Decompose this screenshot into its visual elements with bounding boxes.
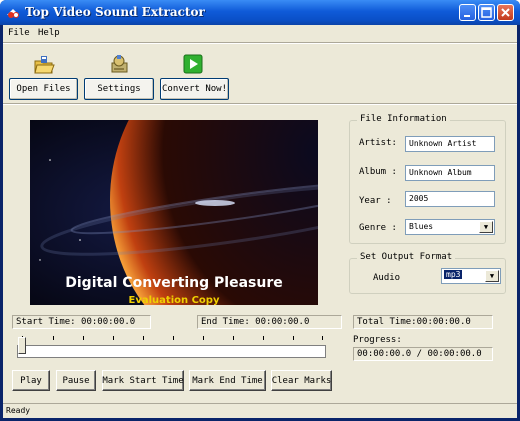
convert-now-button[interactable]: Convert Now! (160, 78, 229, 100)
menu-bar: File Help (3, 25, 517, 41)
minimize-icon (464, 15, 470, 17)
slider-tick (263, 336, 264, 340)
maximize-button[interactable] (478, 4, 495, 21)
menu-help[interactable]: Help (38, 28, 60, 38)
title-bar[interactable]: Top Video Sound Extractor (0, 0, 520, 25)
play-convert-icon (183, 54, 203, 74)
end-time-display: End Time: 00:00:00.0 (197, 315, 342, 329)
close-icon (501, 8, 510, 17)
album-label: Album : (359, 167, 397, 177)
slider-tick (293, 336, 294, 340)
app-window: Top Video Sound Extractor File Help Open… (0, 0, 520, 421)
audio-format-select[interactable]: mp3 ▼ (441, 268, 501, 284)
start-time-display: Start Time: 00:00:00.0 (12, 315, 151, 329)
slider-tick (322, 336, 323, 340)
seek-slider-track[interactable] (17, 345, 326, 358)
album-field[interactable]: Unknown Album (405, 165, 495, 181)
video-caption: Digital Converting Pleasure (65, 275, 283, 291)
genre-value: Blues (409, 222, 434, 231)
slider-tick (203, 336, 204, 340)
year-label: Year : (359, 196, 392, 206)
chevron-down-icon[interactable]: ▼ (479, 221, 493, 233)
slider-tick (143, 336, 144, 340)
artist-field[interactable]: Unknown Artist (405, 136, 495, 152)
play-button[interactable]: Play (12, 370, 50, 391)
window-title: Top Video Sound Extractor (25, 5, 205, 19)
status-bar: Ready (3, 403, 517, 418)
clear-marks-button[interactable]: Clear Marks (271, 370, 332, 391)
slider-tick (173, 336, 174, 340)
settings-button[interactable]: Settings (84, 78, 154, 100)
settings-icon (111, 55, 128, 73)
genre-select[interactable]: Blues ▼ (405, 219, 495, 235)
slider-tick (53, 336, 54, 340)
chevron-down-icon[interactable]: ▼ (485, 270, 499, 282)
maximize-icon (481, 7, 492, 18)
video-preview: Digital Converting Pleasure Evaluation C… (30, 120, 318, 305)
minimize-button[interactable] (459, 4, 476, 21)
client-area: File Help Open Files Settings Convert No… (3, 25, 517, 418)
app-icon (7, 9, 19, 18)
progress-display: 00:00:00.0 / 00:00:00.0 (353, 347, 493, 361)
seek-slider-thumb[interactable] (18, 337, 26, 354)
menu-file[interactable]: File (8, 28, 30, 38)
folder-icon (34, 56, 55, 74)
mark-start-time-button[interactable]: Mark Start Time (102, 370, 184, 391)
audio-format-value: mp3 (444, 270, 463, 279)
pause-button[interactable]: Pause (56, 370, 96, 391)
menu-divider (3, 42, 517, 44)
status-text: Ready (6, 406, 31, 415)
slider-tick (83, 336, 84, 340)
output-format-title: Set Output Format (357, 252, 456, 262)
evaluation-watermark: Evaluation Copy (128, 295, 220, 305)
close-button[interactable] (497, 4, 514, 21)
slider-tick (113, 336, 114, 340)
genre-label: Genre : (359, 223, 397, 233)
open-files-button[interactable]: Open Files (9, 78, 78, 100)
toolbar-divider (3, 103, 517, 105)
artist-label: Artist: (359, 138, 397, 148)
mark-end-time-button[interactable]: Mark End Time (189, 370, 266, 391)
file-info-title: File Information (357, 114, 450, 124)
slider-tick (233, 336, 234, 340)
audio-label: Audio (373, 273, 401, 283)
year-field[interactable]: 2005 (405, 191, 495, 207)
total-time-display: Total Time:00:00:00.0 (353, 315, 493, 329)
progress-label: Progress: (353, 335, 402, 345)
